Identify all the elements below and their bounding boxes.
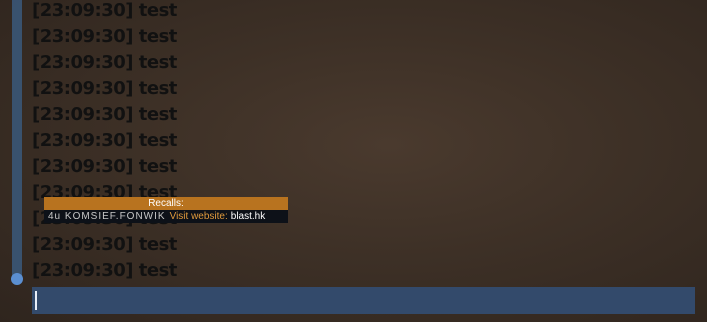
visit-website-label: Visit website: — [169, 211, 228, 222]
text-caret — [35, 291, 37, 310]
chat-line: [23:09:30] test — [32, 234, 177, 255]
recalls-item[interactable]: 4u KOMSIEF.FONWIK Visit website: blast.hk — [44, 210, 288, 223]
chat-line: [23:09:30] test — [32, 156, 177, 177]
chat-line: [23:09:30] test — [32, 52, 177, 73]
chat-input[interactable] — [32, 287, 695, 314]
chat-line: [23:09:30] test — [32, 130, 177, 151]
chat-line: [23:09:30] test — [32, 26, 177, 47]
chat-scrollbar[interactable] — [12, 0, 22, 276]
chat-line: [23:09:30] test — [32, 104, 177, 125]
scroll-thumb[interactable] — [11, 273, 23, 285]
website-link[interactable]: blast.hk — [231, 211, 265, 222]
recalls-popup: Recalls: 4u KOMSIEF.FONWIK Visit website:… — [44, 197, 288, 224]
chat-line: [23:09:30] test — [32, 78, 177, 99]
chat-log: [23:09:30] test [23:09:30] test [23:09:3… — [32, 0, 672, 284]
chat-line: [23:09:30] test — [32, 0, 177, 21]
recalls-name: 4u KOMSIEF.FONWIK — [48, 211, 166, 222]
chat-line: [23:09:30] test — [32, 260, 177, 281]
recalls-header: Recalls: — [44, 197, 288, 210]
